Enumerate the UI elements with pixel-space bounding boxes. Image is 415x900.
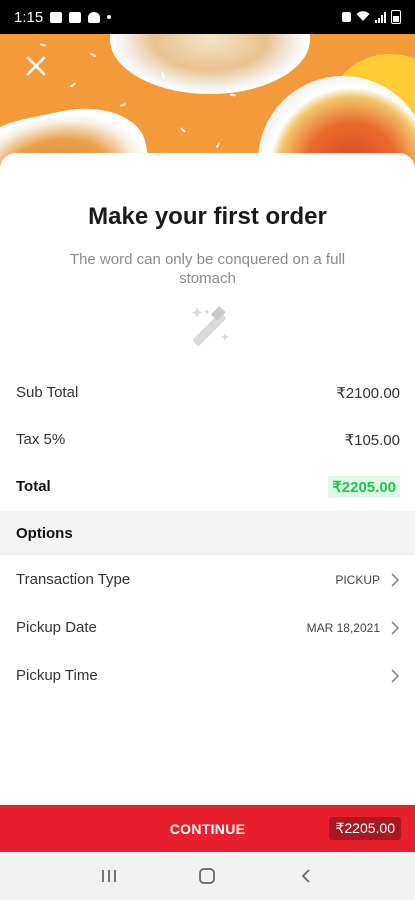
page-subtitle: The word can only be conquered on a full… [69, 251, 346, 287]
sub-total-value: ₹2100.00 [336, 384, 400, 402]
alarm-icon [342, 12, 351, 22]
total-row: Total ₹2205.00 [0, 463, 415, 510]
continue-amount: ₹2205.00 [329, 817, 401, 840]
option-right: PICKUP [335, 573, 400, 587]
sub-total-label: Sub Total [16, 384, 79, 401]
back-button[interactable] [291, 861, 321, 891]
recent-apps-icon [102, 870, 117, 882]
home-icon [199, 868, 216, 884]
continue-label: CONTINUE [169, 820, 246, 837]
signal-icon [375, 11, 386, 23]
tax-value: ₹105.00 [344, 431, 400, 449]
hero-grain [70, 82, 76, 88]
message-icon [69, 11, 82, 23]
gallery-icon [50, 11, 63, 23]
wifi-icon [356, 10, 370, 24]
tax-row: Tax 5% ₹105.00 [0, 416, 415, 463]
transaction-type-row[interactable]: Transaction Type PICKUP [0, 556, 415, 603]
home-button[interactable] [192, 861, 222, 891]
tax-label: Tax 5% [16, 431, 66, 448]
option-right: MAR 18,2021 [307, 621, 400, 635]
hero-grain [89, 52, 97, 58]
hero-grain [39, 43, 47, 47]
total-label: Total [16, 478, 51, 495]
pickup-time-row[interactable]: Pickup Time [0, 652, 415, 699]
option-value: MAR 18,2021 [306, 620, 380, 635]
back-icon [301, 869, 310, 883]
options-header: Options [0, 511, 415, 555]
chevron-right-icon [391, 668, 400, 683]
status-right [342, 10, 401, 24]
status-bar: 1:15 [0, 0, 415, 34]
option-right [380, 668, 400, 683]
status-left: 1:15 [14, 8, 112, 26]
option-label: Transaction Type [16, 571, 131, 588]
notification-dot-icon [107, 15, 112, 19]
hero-grain [180, 127, 186, 133]
status-time: 1:15 [14, 8, 44, 26]
hero-grain [229, 93, 237, 97]
chevron-right-icon [391, 572, 400, 587]
pickup-date-row[interactable]: Pickup Date MAR 18,2021 [0, 604, 415, 651]
total-value: ₹2205.00 [328, 475, 400, 498]
option-value: PICKUP [335, 572, 380, 587]
recent-apps-button[interactable] [94, 861, 124, 891]
battery-icon [391, 10, 401, 24]
hero-grain [119, 103, 127, 107]
system-nav-bar [0, 852, 415, 900]
option-label: Pickup Date [16, 619, 97, 636]
hero-plate-rice [110, 34, 310, 94]
magic-wand-icon [183, 303, 233, 353]
close-button[interactable] [22, 52, 50, 80]
hero-grain [215, 141, 221, 149]
option-label: Pickup Time [16, 667, 98, 684]
chevron-right-icon [391, 620, 400, 635]
snapchat-icon [88, 11, 101, 23]
continue-button[interactable]: CONTINUE ₹2205.00 [0, 805, 415, 852]
sub-total-row: Sub Total ₹2100.00 [0, 369, 415, 416]
page-title: Make your first order [88, 203, 327, 230]
close-icon [26, 56, 46, 76]
order-sheet: Make your first order The word can only … [0, 153, 415, 805]
